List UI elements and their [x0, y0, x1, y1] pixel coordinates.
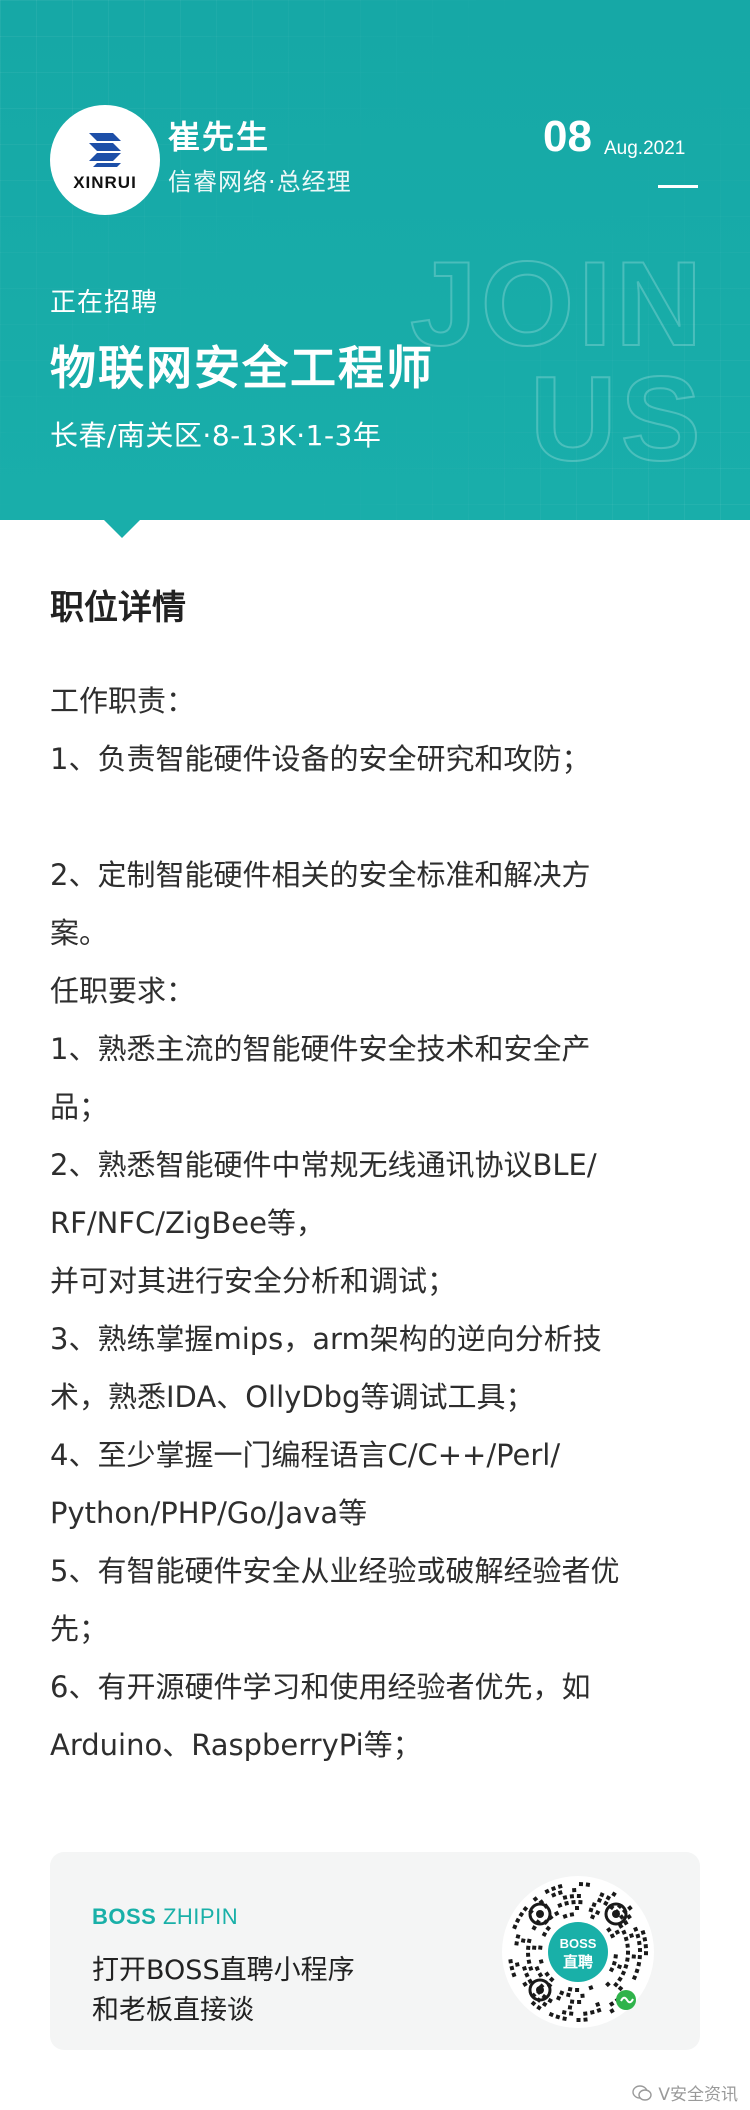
- description-line: 并可对其进行安全分析和调试；: [50, 1264, 457, 1298]
- date-underline: [658, 185, 698, 188]
- description-line: RF/NFC/ZigBee等，: [50, 1206, 325, 1240]
- boss-zhipin-card[interactable]: BOSS ZHIPIN 打开BOSS直聘小程序 和老板直接谈 BOSS 直聘: [50, 1852, 700, 2050]
- job-description: 工作职责： 1、负责智能硬件设备的安全研究和攻防； 2、定制智能硬件相关的安全标…: [50, 672, 670, 1774]
- description-line: 2、定制智能硬件相关的安全标准和解决方: [50, 858, 591, 892]
- qr-center-top: BOSS: [560, 1936, 597, 1951]
- description-line: 1、熟悉主流的智能硬件安全技术和安全产: [50, 1032, 591, 1066]
- description-line: 2、熟悉智能硬件中常规无线通讯协议BLE/: [50, 1148, 597, 1182]
- description-line: 5、有智能硬件安全从业经验或破解经验者优: [50, 1554, 620, 1588]
- source-watermark: V安全资讯: [632, 2080, 738, 2105]
- logo-text: XINRUI: [73, 173, 137, 192]
- job-meta: 长春/南关区·8-13K·1-3年: [50, 419, 382, 452]
- svg-text:US: US: [530, 352, 705, 470]
- description-line: 1、负责智能硬件设备的安全研究和攻防；: [50, 742, 591, 776]
- date-day: 08: [543, 112, 592, 161]
- recruiting-label: 正在招聘: [50, 288, 159, 318]
- date-month-year: Aug.2021: [604, 138, 686, 159]
- wechat-icon: [632, 2084, 653, 2101]
- boss-brand: BOSS ZHIPIN: [92, 1904, 238, 1930]
- description-line: 品；: [50, 1090, 109, 1124]
- boss-brand-bold: BOSS: [92, 1904, 157, 1929]
- description-line: 工作职责：: [50, 684, 196, 718]
- boss-brand-thin: ZHIPIN: [162, 1904, 239, 1929]
- mini-program-qr-code[interactable]: BOSS 直聘: [500, 1874, 656, 2030]
- boss-cta-line1: 打开BOSS直聘小程序: [92, 1955, 355, 1986]
- header-pointer: [104, 520, 140, 538]
- description-line: 6、有开源硬件学习和使用经验者优先，如: [50, 1670, 591, 1704]
- description-line: 任职要求：: [50, 974, 196, 1008]
- xinrui-logo-icon: [89, 133, 121, 167]
- job-header-banner: JOIN US XINRUI 崔先生 信睿网络·总经理 08 Aug.2021 …: [0, 0, 750, 520]
- section-title: 职位详情: [50, 588, 186, 628]
- description-line: 4、至少掌握一门编程语言C/C++/Perl/: [50, 1438, 561, 1472]
- description-line: 3、熟练掌握mips，arm架构的逆向分析技: [50, 1322, 602, 1356]
- company-logo: XINRUI: [50, 105, 160, 215]
- recruiter-name: 崔先生: [168, 118, 271, 156]
- description-gap: [50, 788, 670, 846]
- description-line: 先；: [50, 1612, 109, 1646]
- join-us-watermark: JOIN US: [409, 236, 750, 487]
- boss-cta-line2: 和老板直接谈: [92, 1995, 254, 2026]
- description-line: 案。: [50, 916, 109, 950]
- description-line: Arduino、RaspberryPi等；: [50, 1728, 422, 1762]
- job-title: 物联网安全工程师: [50, 341, 434, 395]
- recruiter-title: 信睿网络·总经理: [168, 168, 352, 196]
- description-line: 术，熟悉IDA、OllyDbg等调试工具；: [50, 1380, 535, 1414]
- qr-center-bottom: 直聘: [563, 1953, 593, 1971]
- watermark-text: V安全资讯: [658, 2085, 738, 2105]
- description-line: Python/PHP/Go/Java等: [50, 1496, 368, 1530]
